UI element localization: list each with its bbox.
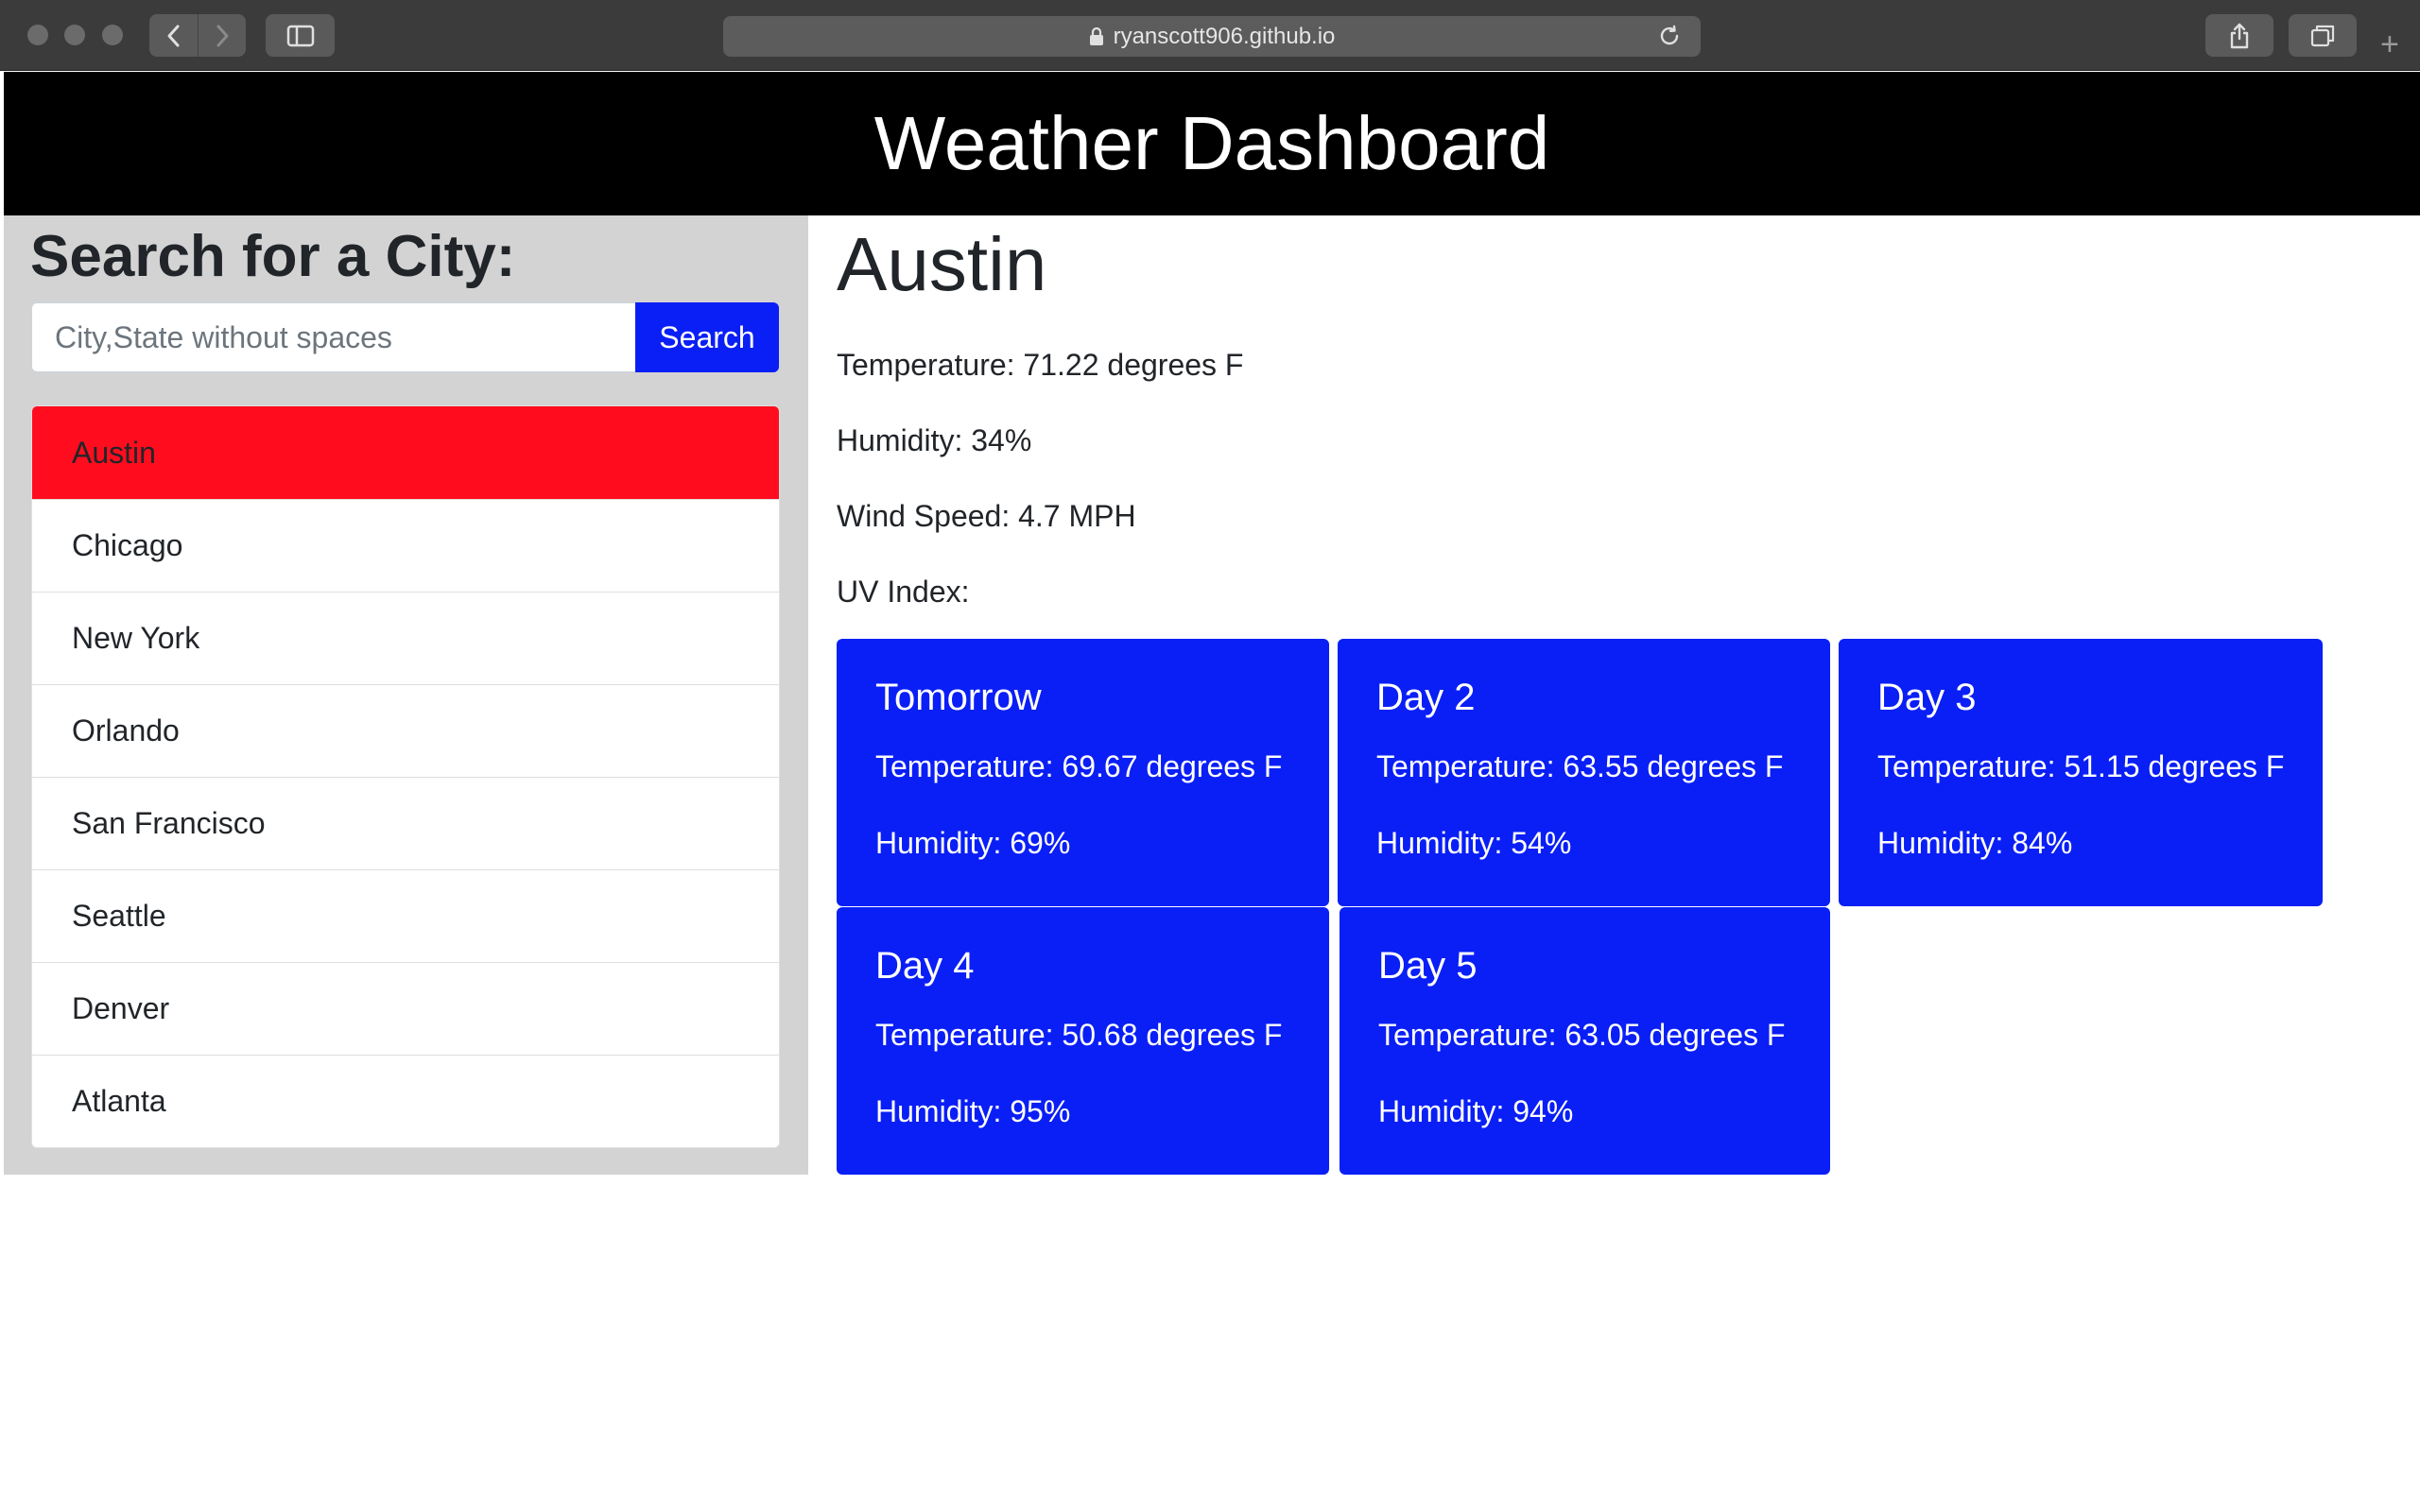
city-search-input[interactable] [31,302,640,372]
new-tab-button[interactable]: + [2380,28,2399,60]
search-button[interactable]: Search [635,302,779,372]
forecast-humidity: Humidity: 95% [875,1094,1071,1128]
forecast-temperature: Temperature: 50.68 degrees F [875,1018,1283,1052]
forecast-day: Tomorrow [875,677,1042,718]
city-history-list: Austin Chicago New York Orlando San Fran… [31,405,780,1148]
forecast-day: Day 3 [1877,677,1977,718]
forecast-humidity: Humidity: 54% [1376,826,1572,860]
current-city-name: Austin [837,222,1047,306]
browser-toolbar: ryanscott906.github.io + [0,0,2420,71]
forecast-humidity: Humidity: 84% [1877,826,2073,860]
page-header: Weather Dashboard [4,72,2420,215]
sidebar-toggle-button[interactable] [266,14,335,57]
sidebar-icon [286,25,314,46]
current-temperature: Temperature: 71.22 degrees F [837,348,1244,382]
forecast-day: Day 2 [1376,677,1476,718]
forecast-card: Tomorrow Temperature: 69.67 degrees F Hu… [837,639,1329,906]
share-button[interactable] [2205,14,2273,57]
forecast-humidity: Humidity: 69% [875,826,1071,860]
forecast-card: Day 3 Temperature: 51.15 degrees F Humid… [1839,639,2323,906]
lock-icon [1089,26,1103,45]
share-icon [2230,23,2249,48]
city-item-austin[interactable]: Austin [32,406,779,499]
current-uv-index: UV Index: [837,575,970,609]
forecast-temperature: Temperature: 51.15 degrees F [1877,749,2285,783]
city-item-chicago[interactable]: Chicago [32,499,779,592]
city-item-seattle[interactable]: Seattle [32,869,779,962]
search-heading: Search for a City: [30,224,516,289]
forecast-temperature: Temperature: 63.05 degrees F [1378,1018,1786,1052]
back-button[interactable] [149,14,198,57]
chevron-left-icon [167,25,179,46]
city-item-new-york[interactable]: New York [32,592,779,684]
window-minimize-button[interactable] [64,25,85,45]
forecast-temperature: Temperature: 63.55 degrees F [1376,749,1784,783]
current-wind-speed: Wind Speed: 4.7 MPH [837,499,1136,533]
window-close-button[interactable] [27,25,48,45]
search-panel: Search for a City: Search Austin Chicago… [4,215,808,1175]
chevron-right-icon [216,25,229,46]
city-item-san-francisco[interactable]: San Francisco [32,777,779,869]
browser-window: ryanscott906.github.io + Weather Dashboa… [0,0,2420,1512]
forecast-temperature: Temperature: 69.67 degrees F [875,749,1283,783]
forecast-card: Day 5 Temperature: 63.05 degrees F Humid… [1340,907,1830,1175]
url-text: ryanscott906.github.io [1113,23,1336,49]
address-bar[interactable]: ryanscott906.github.io [723,16,1701,57]
forecast-humidity: Humidity: 94% [1378,1094,1574,1128]
page-title: Weather Dashboard [873,101,1550,185]
show-tabs-button[interactable] [2289,14,2357,57]
window-maximize-button[interactable] [102,25,123,45]
city-item-denver[interactable]: Denver [32,962,779,1055]
page-content: Weather Dashboard Search for a City: Sea… [4,72,2420,1512]
forecast-card: Day 4 Temperature: 50.68 degrees F Humid… [837,907,1329,1175]
tabs-icon [2310,25,2335,46]
current-humidity: Humidity: 34% [837,423,1032,457]
reload-icon[interactable] [1657,24,1682,48]
forecast-card: Day 2 Temperature: 63.55 degrees F Humid… [1338,639,1830,906]
forecast-day: Day 4 [875,945,975,987]
city-item-orlando[interactable]: Orlando [32,684,779,777]
history-nav [149,14,246,57]
city-item-atlanta[interactable]: Atlanta [32,1055,779,1147]
forward-button[interactable] [198,14,246,57]
forecast-day: Day 5 [1378,945,1478,987]
